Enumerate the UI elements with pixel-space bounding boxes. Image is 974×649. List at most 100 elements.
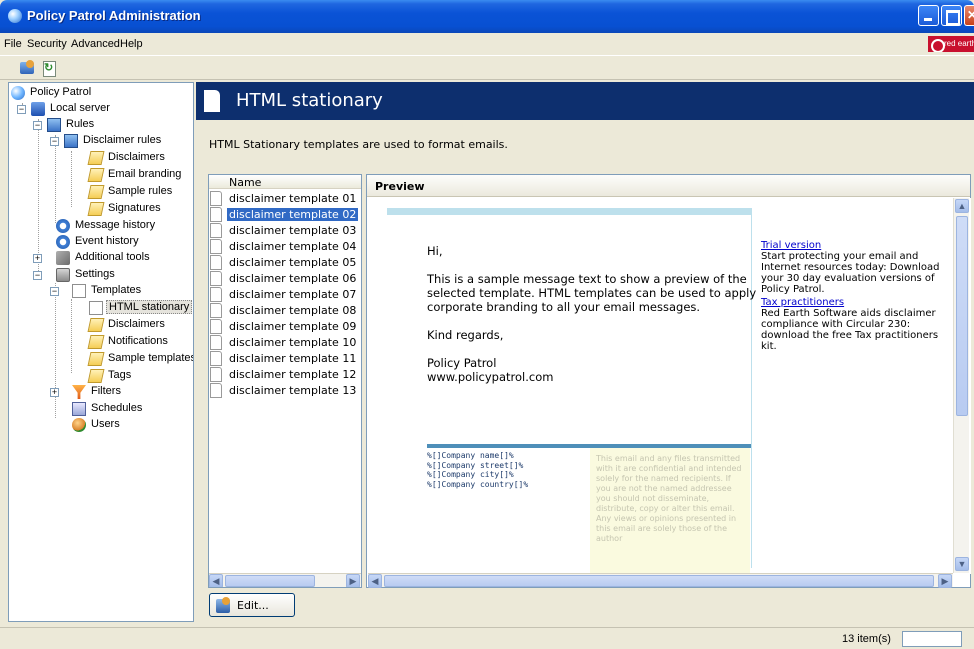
tree-label: Notifications — [108, 335, 168, 347]
document-icon — [210, 271, 222, 286]
close-button[interactable] — [964, 5, 974, 26]
template-row[interactable]: disclaimer template 09 — [209, 319, 361, 334]
trial-version-link[interactable]: Trial version — [761, 240, 941, 251]
template-name: disclaimer template 01 — [229, 192, 357, 205]
maximize-button[interactable] — [941, 5, 962, 26]
scrollbar-thumb[interactable] — [956, 216, 968, 416]
collapse-toggle[interactable]: − — [50, 287, 59, 296]
title-bar[interactable]: Policy Patrol Administration — [0, 0, 974, 33]
template-name: disclaimer template 11 — [229, 352, 357, 365]
vertical-scrollbar[interactable]: ▲ ▼ — [953, 198, 969, 573]
document-icon — [210, 255, 222, 270]
preview-header-label: Preview — [375, 180, 425, 193]
collapse-toggle[interactable]: − — [33, 121, 42, 130]
tree-label: Email branding — [108, 168, 182, 180]
scroll-right-icon[interactable]: ▶ — [346, 574, 360, 587]
tree-label: Filters — [91, 385, 121, 397]
tree-node-signatures[interactable]: Signatures — [87, 201, 189, 217]
template-name: disclaimer template 07 — [229, 288, 357, 301]
properties-icon[interactable] — [18, 59, 36, 77]
folder-icon — [87, 369, 105, 383]
tree-node-template-disclaimers[interactable]: Disclaimers — [87, 317, 189, 333]
template-name: disclaimer template 05 — [229, 256, 357, 269]
tree-label: Event history — [75, 235, 139, 247]
tree-node-templates[interactable]: − Templates — [50, 283, 190, 299]
tree-node-sample-templates[interactable]: Sample templates — [87, 351, 193, 367]
window-title: Policy Patrol Administration — [27, 8, 201, 23]
trial-version-text: Start protecting your email and Internet… — [761, 251, 940, 295]
page-icon — [89, 301, 103, 315]
page-description: HTML Stationary templates are used to fo… — [209, 138, 508, 151]
minimize-button[interactable] — [918, 5, 939, 26]
tree-node-disclaimer-rules[interactable]: − Disclaimer rules — [50, 133, 190, 149]
preview-panel: Preview Hi, This is a sample message tex… — [366, 174, 971, 588]
address-line: %[]Company name[]% — [427, 451, 514, 460]
tree-node-filters[interactable]: + Filters — [50, 384, 190, 400]
template-row[interactable]: disclaimer template 01 — [209, 191, 361, 206]
tree-node-additional-tools[interactable]: + Additional tools — [33, 250, 183, 266]
tree-node-message-history[interactable]: Message history — [56, 218, 186, 234]
template-name: disclaimer template 12 — [229, 368, 357, 381]
menu-help[interactable]: Help — [120, 38, 143, 50]
scroll-left-icon[interactable]: ◀ — [209, 574, 223, 587]
menu-security[interactable]: Security — [27, 38, 67, 50]
tree-node-sample-rules[interactable]: Sample rules — [87, 184, 189, 200]
email-sender-url: www.policypatrol.com — [427, 370, 554, 384]
email-message: This is a sample message text to show a … — [427, 272, 757, 314]
template-list[interactable]: Name disclaimer template 01 disclaimer te… — [208, 174, 362, 588]
horizontal-scrollbar[interactable]: ◀ ▶ — [209, 573, 361, 587]
horizontal-scrollbar[interactable]: ◀ ▶ — [368, 573, 953, 588]
folder-icon — [87, 185, 105, 199]
template-row[interactable]: disclaimer template 04 — [209, 239, 361, 254]
scroll-down-icon[interactable]: ▼ — [955, 557, 969, 571]
collapse-toggle[interactable]: − — [50, 137, 59, 146]
template-row[interactable]: disclaimer template 11 — [209, 351, 361, 366]
tree-node-schedules[interactable]: Schedules — [72, 401, 192, 417]
folder-icon — [87, 168, 105, 182]
expand-toggle[interactable]: + — [50, 388, 59, 397]
menu-advanced[interactable]: Advanced — [71, 38, 120, 50]
template-row[interactable]: disclaimer template 12 — [209, 367, 361, 382]
tree-node-event-history[interactable]: Event history — [56, 234, 186, 250]
document-icon — [210, 303, 222, 318]
scrollbar-thumb[interactable] — [225, 575, 315, 587]
scroll-up-icon[interactable]: ▲ — [955, 199, 969, 213]
email-body: Hi, This is a sample message text to sho… — [427, 244, 757, 384]
edit-button[interactable]: Edit... — [209, 593, 295, 617]
template-row[interactable]: disclaimer template 05 — [209, 255, 361, 270]
template-row[interactable]: disclaimer template 07 — [209, 287, 361, 302]
document-icon — [210, 383, 222, 398]
template-row[interactable]: disclaimer template 02 — [209, 207, 361, 222]
email-preview[interactable]: Hi, This is a sample message text to sho… — [368, 198, 971, 574]
tree-label: Additional tools — [75, 251, 150, 263]
tree-node-rules[interactable]: − Rules — [33, 117, 193, 133]
template-name: disclaimer template 10 — [229, 336, 357, 349]
template-row[interactable]: disclaimer template 13 — [209, 383, 361, 398]
tree-node-disclaimers[interactable]: Disclaimers — [87, 150, 189, 166]
template-row[interactable]: disclaimer template 03 — [209, 223, 361, 238]
template-row[interactable]: disclaimer template 06 — [209, 271, 361, 286]
tree-node-users[interactable]: Users — [72, 417, 192, 433]
scrollbar-thumb[interactable] — [384, 575, 934, 587]
document-icon — [210, 367, 222, 382]
scroll-left-icon[interactable]: ◀ — [368, 574, 382, 588]
collapse-toggle[interactable]: − — [17, 105, 26, 114]
expand-toggle[interactable]: + — [33, 254, 42, 263]
tree-node-tags[interactable]: Tags — [87, 368, 189, 384]
scroll-right-icon[interactable]: ▶ — [938, 574, 952, 588]
tree-node-html-stationary[interactable]: HTML stationary — [89, 300, 193, 316]
column-header-name[interactable]: Name — [209, 175, 361, 189]
refresh-icon[interactable] — [40, 59, 58, 77]
tax-practitioners-link[interactable]: Tax practitioners — [761, 297, 941, 308]
email-sender-name: Policy Patrol — [427, 356, 497, 370]
address-line: %[]Company city[]% — [427, 470, 514, 479]
tree-node-email-branding[interactable]: Email branding — [87, 167, 189, 183]
collapse-toggle[interactable]: − — [33, 271, 42, 280]
history-icon — [56, 235, 70, 249]
template-row[interactable]: disclaimer template 10 — [209, 335, 361, 350]
template-row[interactable]: disclaimer template 08 — [209, 303, 361, 318]
tree-node-local-server[interactable]: − Local server — [17, 101, 193, 117]
menu-file[interactable]: File — [4, 38, 22, 50]
tree-node-settings[interactable]: − Settings — [33, 267, 183, 283]
tree-node-notifications[interactable]: Notifications — [87, 334, 189, 350]
